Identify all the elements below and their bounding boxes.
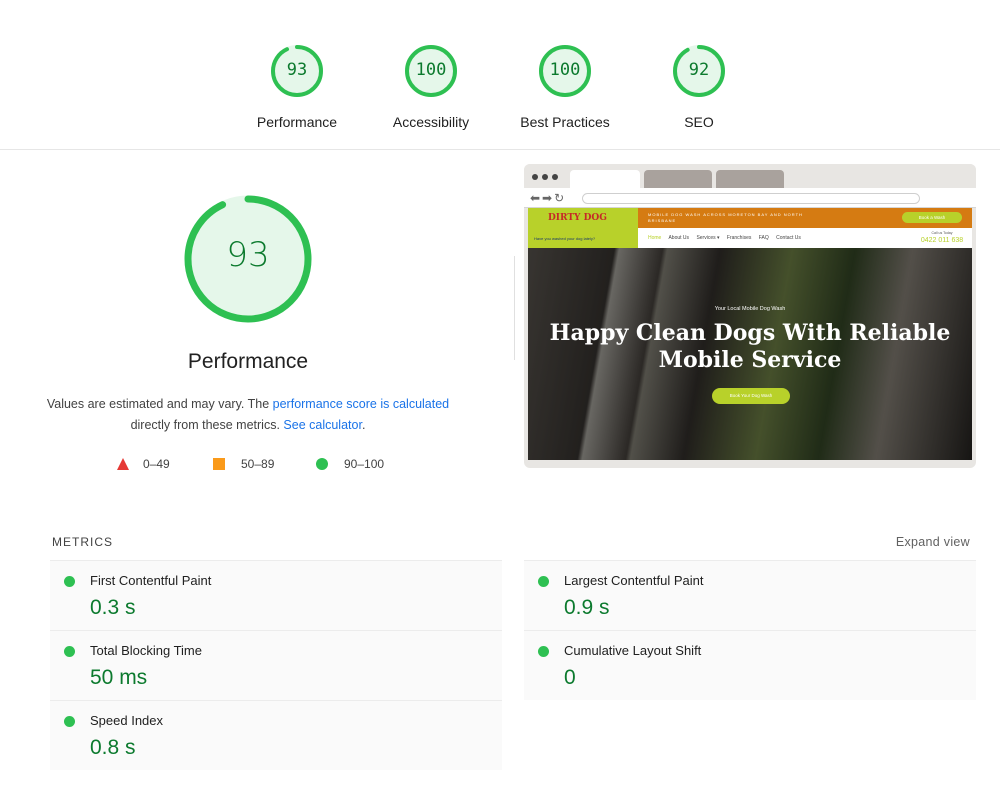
metric-value: 50 ms [90, 666, 148, 689]
site-nav-item: FAQ [758, 235, 769, 241]
gauge-label: Performance [256, 114, 338, 130]
metric-name: Speed Index [90, 713, 164, 728]
gauge-label: Best Practices [520, 114, 610, 130]
pass-circle-icon [64, 716, 75, 727]
metric-value: 0.8 s [90, 736, 136, 759]
metric-value: 0.9 s [564, 596, 610, 619]
headline-line: Happy Clean Dogs With Reliable [549, 320, 951, 346]
pass-circle-icon [538, 576, 549, 587]
gauge-performance[interactable]: 93 Performance [237, 44, 357, 130]
browser-tab [570, 170, 640, 188]
call-label: Call us Today [931, 231, 953, 235]
performance-title: Performance [187, 350, 309, 373]
gauge-score: 93 [286, 60, 308, 80]
url-field [582, 193, 920, 204]
description-text: directly from these metrics. [130, 418, 284, 432]
legend-fail: 0–49 [117, 457, 170, 471]
site-menu: Home About Us Services ▾ Franchises FAQ … [638, 228, 972, 248]
metric-speed-index: Speed Index 0.8 s [50, 700, 502, 770]
site-nav-item: Contact Us [776, 235, 801, 241]
gauge-seo[interactable]: 92 SEO [639, 44, 759, 130]
website-preview: DIRTY DOG Have you washed your dog latel… [528, 208, 972, 460]
browser-tab-bar [524, 164, 976, 188]
performance-score: 93 [226, 235, 270, 275]
score-legend: 0–49 50–89 90–100 [0, 457, 500, 475]
hero-kicker: Your Local Mobile Dog Wash [714, 306, 786, 312]
description-text: Values are estimated and may vary. The [46, 397, 273, 411]
browser-nav-icons: ⬅➡↻ [530, 191, 567, 205]
pass-circle-icon [538, 646, 549, 657]
headline-line: Mobile Service [658, 347, 842, 373]
top-band-text: MOBILE DOG WASH ACROSS MORETON BAY AND N… [648, 212, 803, 223]
site-nav-item: Services ▾ [696, 235, 720, 241]
site-nav-item: Home [648, 235, 662, 241]
divider [514, 256, 515, 360]
legend-range: 90–100 [344, 457, 385, 471]
description-text: . [361, 418, 366, 432]
metric-total-blocking-time: Total Blocking Time 50 ms [50, 630, 502, 700]
expand-view-toggle[interactable]: Expand view [896, 535, 970, 549]
average-square-icon [213, 458, 225, 470]
site-logo: DIRTY DOG Have you washed your dog latel… [528, 208, 638, 248]
gauge-label: SEO [684, 114, 714, 130]
metric-value: 0.3 s [90, 596, 136, 619]
metrics-heading: METRICS [52, 535, 113, 549]
fail-triangle-icon [117, 458, 129, 470]
browser-tab [716, 170, 784, 188]
gauge-accessibility[interactable]: 100 Accessibility [371, 44, 491, 130]
see-calculator-link[interactable]: See calculator [283, 418, 362, 432]
performance-description: Values are estimated and may vary. The p… [30, 394, 466, 436]
site-nav-item: About Us [668, 235, 690, 241]
metric-first-contentful-paint: First Contentful Paint 0.3 s [50, 560, 502, 630]
metric-value: 0 [564, 666, 576, 689]
hero-cta-button: Book Your Dog Wash [712, 388, 790, 404]
gauge-best-practices[interactable]: 100 Best Practices [505, 44, 625, 130]
legend-range: 0–49 [143, 457, 170, 471]
metric-name: Total Blocking Time [90, 643, 202, 658]
site-nav: Home About Us Services ▾ Franchises FAQ … [648, 235, 807, 241]
metric-name: Largest Contentful Paint [564, 573, 704, 588]
pass-circle-icon [316, 458, 328, 470]
site-top-band: MOBILE DOG WASH ACROSS MORETON BAY AND N… [638, 208, 972, 228]
score-summary: 93 Performance 100 Accessibility 100 Bes… [0, 0, 1000, 150]
site-nav-item: Franchises [726, 235, 752, 241]
metric-name: First Contentful Paint [90, 573, 212, 588]
gauge-score: 92 [688, 60, 710, 80]
browser-tab [644, 170, 712, 188]
gauge-label: Accessibility [392, 114, 470, 130]
metric-cumulative-layout-shift: Cumulative Layout Shift 0 [524, 630, 976, 700]
legend-pass: 90–100 [316, 457, 384, 471]
hero-headline: Happy Clean Dogs With Reliable Mobile Se… [528, 320, 972, 374]
legend-average: 50–89 [213, 457, 274, 471]
phone-number: 0422 011 638 [920, 237, 964, 244]
book-wash-button: Book a Wash [902, 212, 962, 223]
score-calculation-link[interactable]: performance score is calculated [273, 397, 449, 411]
gauge-score: 100 [415, 60, 447, 80]
pass-circle-icon [64, 646, 75, 657]
metric-largest-contentful-paint: Largest Contentful Paint 0.9 s [524, 560, 976, 630]
final-screenshot[interactable]: ⬅➡↻ DIRTY DOG Have you washed your dog l… [524, 164, 976, 468]
logo-text: DIRTY DOG [548, 213, 607, 223]
gauge-score: 100 [549, 60, 581, 80]
browser-url-bar: ⬅➡↻ [524, 188, 976, 208]
logo-tagline: Have you washed your dog lately? [534, 236, 596, 241]
pass-circle-icon [64, 576, 75, 587]
performance-gauge: 93 [182, 193, 314, 325]
window-controls [532, 174, 558, 180]
metric-name: Cumulative Layout Shift [564, 643, 702, 658]
legend-range: 50–89 [241, 457, 275, 471]
